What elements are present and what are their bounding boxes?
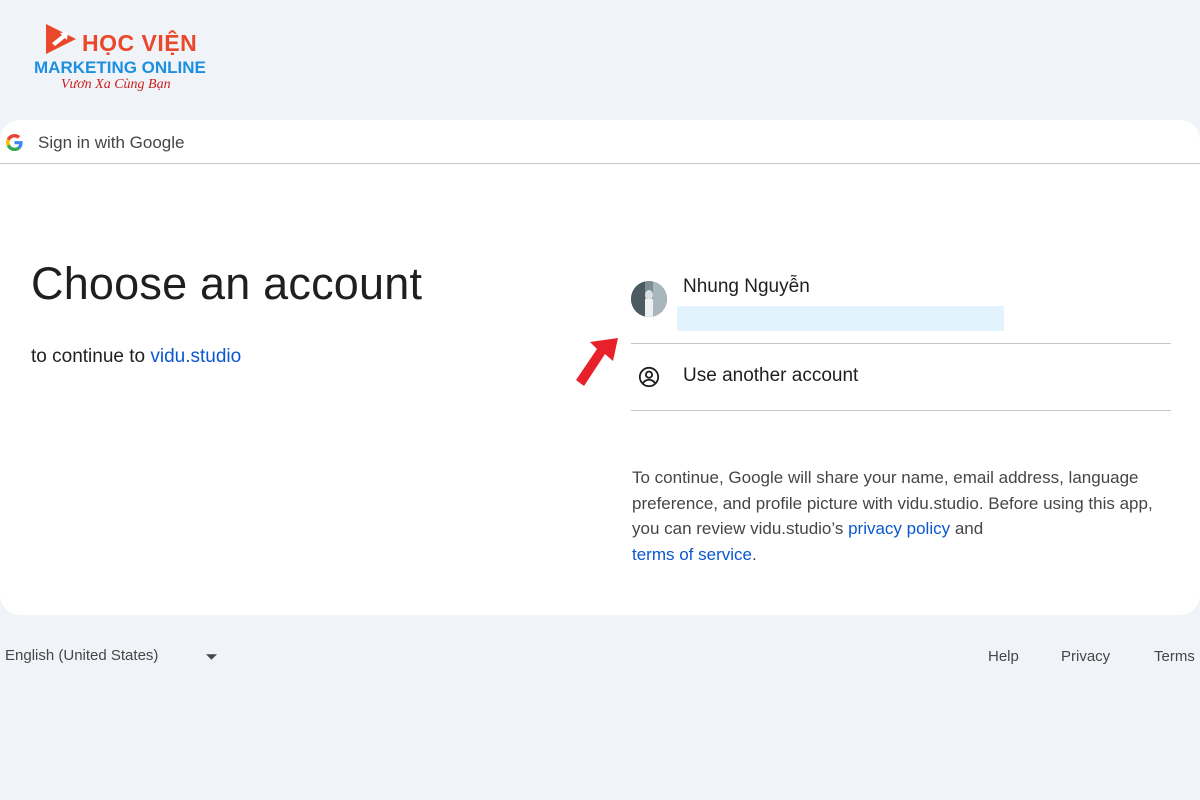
google-g-icon <box>6 134 23 151</box>
redacted-email <box>677 306 1004 331</box>
page-subtitle: to continue to vidu.studio <box>31 346 241 368</box>
terms-of-service-link[interactable]: terms of service <box>632 545 752 564</box>
privacy-link[interactable]: Privacy <box>1061 648 1110 665</box>
watermark-brand-line1: HỌC VIỆN <box>82 30 198 56</box>
play-logo-icon <box>46 24 76 54</box>
account-circle-icon <box>638 366 660 388</box>
page-title: Choose an account <box>31 258 423 309</box>
help-link[interactable]: Help <box>988 648 1019 665</box>
language-label: English (United States) <box>5 647 159 664</box>
avatar <box>631 281 667 317</box>
disclaimer-period: . <box>751 544 757 564</box>
use-another-account-label: Use another account <box>683 365 859 386</box>
dropdown-arrow-icon <box>206 654 217 660</box>
watermark-logo: HỌC VIỆN MARKETING ONLINE Vươn Xa Cùng B… <box>34 18 214 98</box>
consent-disclaimer: To continue, Google will share your name… <box>632 465 1177 567</box>
app-name-link[interactable]: vidu.studio <box>150 346 241 367</box>
privacy-policy-link[interactable]: privacy policy <box>848 519 950 538</box>
terms-link[interactable]: Terms <box>1154 648 1195 665</box>
account-item[interactable]: Nhung Nguyễn <box>631 270 1171 344</box>
subtitle-prefix: to continue to <box>31 346 151 367</box>
disclaimer-and: and <box>950 519 984 538</box>
header-title: Sign in with Google <box>38 133 185 152</box>
watermark-slogan: Vươn Xa Cùng Bạn <box>61 77 171 92</box>
card-header: Sign in with Google <box>0 120 1200 164</box>
profile-photo-icon <box>631 281 667 317</box>
use-another-account-button[interactable]: Use another account <box>631 344 1171 411</box>
language-selector[interactable]: English (United States) <box>5 647 225 667</box>
watermark-brand-line2: MARKETING ONLINE <box>34 58 206 77</box>
red-pointer-arrow-icon <box>576 338 618 386</box>
account-name: Nhung Nguyễn <box>683 276 810 297</box>
